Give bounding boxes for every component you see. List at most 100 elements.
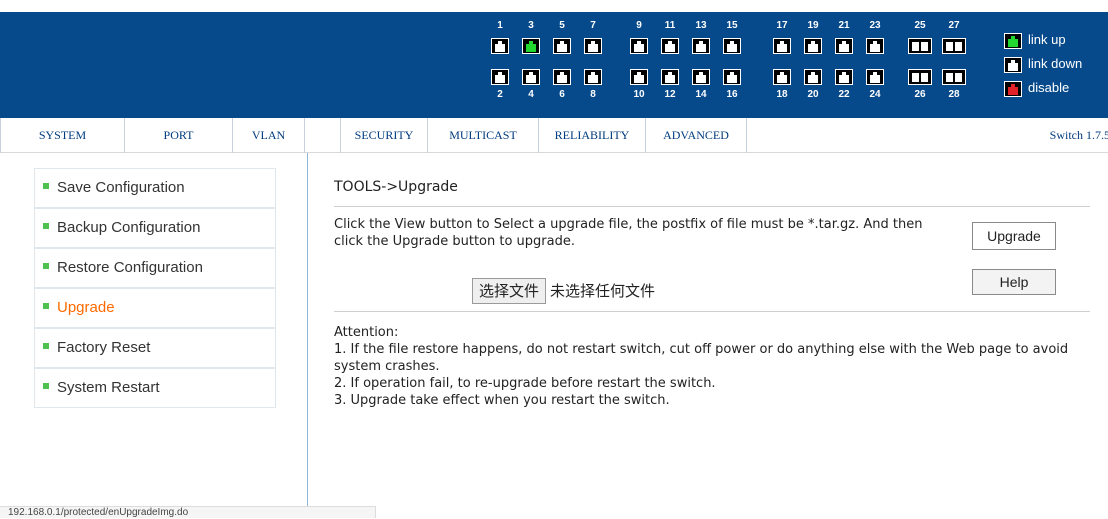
port-13-icon[interactable] (692, 38, 710, 54)
port-number-16: 16 (726, 89, 738, 100)
port-number-15: 15 (726, 20, 738, 31)
sfp-port-27-icon[interactable] (942, 38, 966, 54)
upgrade-instructions: Click the View button to Select a upgrad… (334, 217, 923, 249)
legend-link-up: link up (1004, 32, 1066, 49)
port-number-2: 2 (497, 89, 503, 100)
bullet-icon (43, 343, 49, 350)
sidebar-item-backup-configuration[interactable]: Backup Configuration (34, 208, 276, 248)
sidebar-item-save-configuration[interactable]: Save Configuration (34, 168, 276, 208)
legend-disable: disable (1004, 80, 1069, 97)
port-4-icon[interactable] (522, 69, 540, 85)
port-3-icon[interactable] (522, 38, 540, 54)
help-button[interactable]: Help (972, 269, 1056, 295)
port-number-5: 5 (559, 20, 565, 31)
port-20-icon[interactable] (804, 69, 822, 85)
port-5-icon[interactable] (553, 38, 571, 54)
port-number-20: 20 (807, 89, 819, 100)
port-18-icon[interactable] (773, 69, 791, 85)
port-24-icon[interactable] (866, 69, 884, 85)
main-menu-bar: SYSTEM PORT VLAN SECURITY MULTICAST RELI… (0, 118, 1108, 153)
legend-disable-label: disable (1028, 80, 1070, 95)
sidebar-item-label: Backup Configuration (57, 219, 201, 236)
port-9-icon[interactable] (630, 38, 648, 54)
port-number-14: 14 (695, 89, 707, 100)
sidebar-item-upgrade[interactable]: Upgrade (34, 288, 276, 328)
file-status-text: 未选择任何文件 (550, 282, 656, 300)
port-number-18: 18 (776, 89, 788, 100)
sidebar-item-restore-configuration[interactable]: Restore Configuration (34, 248, 276, 288)
sidebar-item-factory-reset[interactable]: Factory Reset (34, 328, 276, 368)
attention-title: Attention: (334, 325, 399, 340)
tab-vlan[interactable]: VLAN (233, 118, 305, 153)
port-8-icon[interactable] (584, 69, 602, 85)
port-number-28: 28 (948, 89, 960, 100)
port-number-1: 1 (497, 20, 503, 31)
port-17-icon[interactable] (773, 38, 791, 54)
port-number-3: 3 (528, 20, 534, 31)
port-6-icon[interactable] (553, 69, 571, 85)
legend-link-down-label: link down (1028, 56, 1083, 71)
port-number-8: 8 (590, 89, 596, 100)
tab-security[interactable]: SECURITY (340, 118, 428, 153)
port-16-icon[interactable] (723, 69, 741, 85)
tools-sidebar: Save Configuration Backup Configuration … (34, 168, 276, 408)
port-7-icon[interactable] (584, 38, 602, 54)
port-23-icon[interactable] (866, 38, 884, 54)
browser-status-bar: 192.168.0.1/protected/enUpgradeImg.do (0, 506, 376, 518)
sidebar-item-label: Factory Reset (57, 339, 151, 356)
port-number-27: 27 (948, 20, 960, 31)
content-divider (307, 153, 308, 518)
port-number-17: 17 (776, 20, 788, 31)
attention-line-1: 1. If the file restore happens, do not r… (334, 342, 1069, 374)
port-number-25: 25 (914, 20, 926, 31)
link-up-icon (1004, 32, 1022, 49)
divider-line (334, 311, 1090, 312)
port-panel-header: 1 2 3 4 5 6 7 8 9 10 11 12 13 14 15 16 17 18 19 20 21 22 23 24 2… (0, 12, 1108, 118)
port-number-24: 24 (869, 89, 881, 100)
sidebar-item-system-restart[interactable]: System Restart (34, 368, 276, 408)
port-22-icon[interactable] (835, 69, 853, 85)
port-19-icon[interactable] (804, 38, 822, 54)
file-chooser: 选择文件 未选择任何文件 (472, 278, 655, 304)
upgrade-panel: TOOLS->Upgrade Click the View button to … (334, 168, 1090, 408)
sidebar-item-label: Upgrade (57, 299, 115, 316)
port-number-4: 4 (528, 89, 534, 100)
sfp-port-26-icon[interactable] (908, 69, 932, 85)
sidebar-item-label: System Restart (57, 379, 160, 396)
port-number-9: 9 (636, 20, 642, 31)
bullet-icon (43, 303, 49, 310)
sidebar-item-label: Restore Configuration (57, 259, 203, 276)
bullet-icon (43, 183, 49, 190)
port-21-icon[interactable] (835, 38, 853, 54)
sfp-port-25-icon[interactable] (908, 38, 932, 54)
port-number-26: 26 (914, 89, 926, 100)
choose-file-button[interactable]: 选择文件 (472, 278, 547, 304)
tab-reliability[interactable]: RELIABILITY (539, 118, 646, 153)
port-number-21: 21 (838, 20, 850, 31)
port-number-7: 7 (590, 20, 596, 31)
attention-line-3: 3. Upgrade take effect when you restart … (334, 393, 670, 408)
port-12-icon[interactable] (661, 69, 679, 85)
port-10-icon[interactable] (630, 69, 648, 85)
upgrade-button[interactable]: Upgrade (972, 222, 1056, 250)
port-number-12: 12 (664, 89, 676, 100)
port-15-icon[interactable] (723, 38, 741, 54)
tab-system[interactable]: SYSTEM (0, 118, 125, 153)
port-number-11: 11 (664, 20, 676, 31)
firmware-version: Switch 1.7.5 (1049, 128, 1108, 142)
port-14-icon[interactable] (692, 69, 710, 85)
attention-notes: Attention: 1. If the file restore happen… (334, 324, 1090, 409)
port-2-icon[interactable] (491, 69, 509, 85)
port-number-19: 19 (807, 20, 819, 31)
tab-advanced[interactable]: ADVANCED (646, 118, 747, 153)
attention-line-2: 2. If operation fail, to re-upgrade befo… (334, 376, 716, 391)
port-11-icon[interactable] (661, 38, 679, 54)
port-number-22: 22 (838, 89, 850, 100)
tab-port[interactable]: PORT (125, 118, 233, 153)
port-1-icon[interactable] (491, 38, 509, 54)
port-number-6: 6 (559, 89, 565, 100)
sfp-port-28-icon[interactable] (942, 69, 966, 85)
divider-line (334, 206, 1090, 207)
bullet-icon (43, 383, 49, 390)
tab-multicast[interactable]: MULTICAST (428, 118, 539, 153)
